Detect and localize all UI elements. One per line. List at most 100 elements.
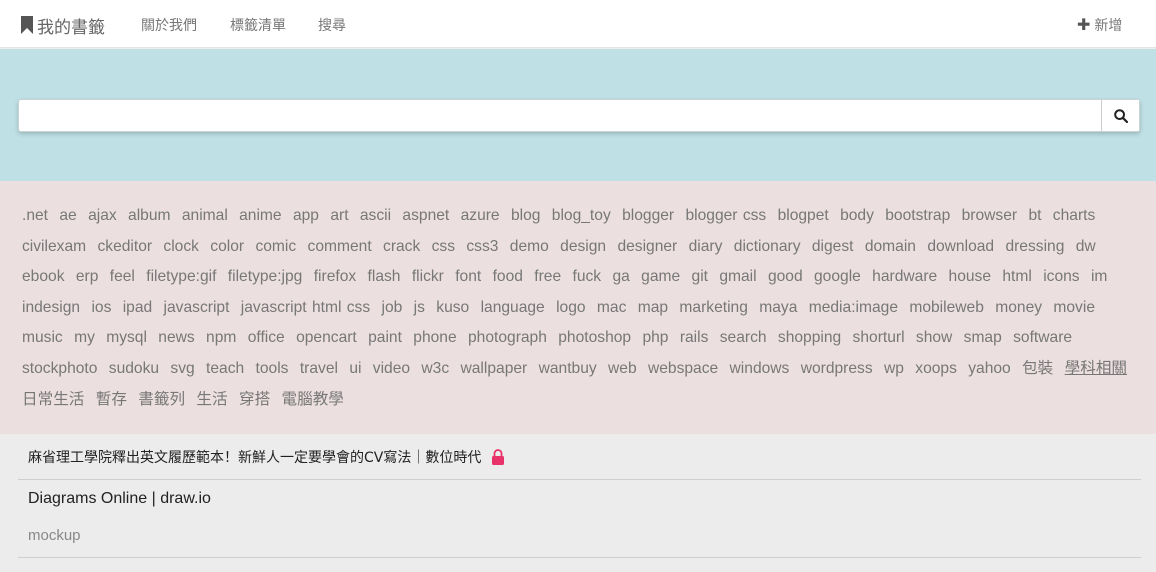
bookmark-item[interactable]: 麻省理工學院釋出英文履歷範本！新鮮人一定要學會的CV寫法｜數位時代 (18, 434, 1141, 480)
tag-link[interactable]: blogpet (778, 207, 829, 224)
tag-link[interactable]: color (210, 238, 244, 255)
nav-link-search[interactable]: 搜尋 (318, 15, 346, 35)
brand-link[interactable]: 我的書籤 (20, 12, 105, 38)
tag-link[interactable]: show (916, 329, 952, 346)
tag-link[interactable]: media:image (809, 299, 898, 316)
tag-link[interactable]: download (927, 238, 994, 255)
tag-link[interactable]: opencart (296, 329, 357, 346)
tag-link[interactable]: xoops (915, 360, 957, 377)
tag-link[interactable]: firefox (314, 268, 356, 285)
tag-link[interactable]: crack (383, 238, 420, 255)
nav-link-about[interactable]: 關於我們 (141, 15, 197, 35)
tag-link[interactable]: stockphoto (22, 360, 97, 377)
tag-link[interactable]: javascript html css (241, 299, 370, 316)
bookmark-title[interactable]: Diagrams Online | draw.io (28, 490, 211, 508)
tag-link[interactable]: rails (680, 329, 709, 346)
tag-link[interactable]: js (414, 299, 425, 316)
tag-link[interactable]: kuso (436, 299, 469, 316)
tag-link[interactable]: indesign (22, 299, 80, 316)
tag-link[interactable]: 包裝 (1022, 360, 1053, 377)
tag-link[interactable]: ebook (22, 268, 65, 285)
tag-link[interactable]: shopping (778, 329, 841, 346)
tag-link[interactable]: good (768, 268, 803, 285)
tag-link[interactable]: filetype:gif (146, 268, 216, 285)
tag-link[interactable]: comment (308, 238, 372, 255)
tag-link[interactable]: wantbuy (539, 360, 597, 377)
tag-link[interactable]: browser (962, 207, 1017, 224)
tag-link[interactable]: 日常生活 (22, 391, 84, 408)
tag-link[interactable]: mysql (106, 329, 147, 346)
tag-link[interactable]: money (995, 299, 1042, 316)
tag-link[interactable]: my (74, 329, 95, 346)
tag-link[interactable]: erp (76, 268, 99, 285)
tag-link[interactable]: phone (413, 329, 456, 346)
tag-link[interactable]: svg (170, 360, 194, 377)
tag-link[interactable]: web (608, 360, 637, 377)
tag-link[interactable]: mobileweb (909, 299, 984, 316)
tag-link[interactable]: map (638, 299, 668, 316)
tag-link[interactable]: app (293, 207, 319, 224)
tag-link[interactable]: dressing (1005, 238, 1064, 255)
tag-link[interactable]: windows (730, 360, 790, 377)
tag-link[interactable]: css3 (466, 238, 498, 255)
tag-link[interactable]: aspnet (402, 207, 449, 224)
tag-link[interactable]: gmail (719, 268, 756, 285)
tag-link[interactable]: design (560, 238, 606, 255)
bookmark-title[interactable]: 麻省理工學院釋出英文履歷範本！新鮮人一定要學會的CV寫法｜數位時代 (28, 447, 481, 467)
bookmark-tag[interactable]: mockup (28, 527, 81, 544)
tag-link[interactable]: mac (597, 299, 626, 316)
nav-link-tag-list[interactable]: 標籤清單 (230, 15, 286, 35)
tag-link[interactable]: movie (1053, 299, 1095, 316)
tag-link[interactable]: smap (964, 329, 1002, 346)
tag-link[interactable]: maya (759, 299, 797, 316)
tag-link[interactable]: bt (1028, 207, 1041, 224)
tag-link[interactable]: clock (163, 238, 199, 255)
tag-link[interactable]: demo (510, 238, 549, 255)
tag-link[interactable]: flickr (412, 268, 444, 285)
tag-link[interactable]: git (692, 268, 708, 285)
tag-link[interactable]: ajax (88, 207, 117, 224)
tag-link[interactable]: 學科相關 (1065, 360, 1127, 377)
tag-link[interactable]: 穿搭 (239, 391, 270, 408)
tag-link[interactable]: 暫存 (96, 391, 127, 408)
tag-link[interactable]: hardware (872, 268, 937, 285)
tag-link[interactable]: azure (461, 207, 500, 224)
tag-link[interactable]: flash (368, 268, 401, 285)
tag-link[interactable]: search (720, 329, 767, 346)
tag-link[interactable]: filetype:jpg (228, 268, 303, 285)
tag-link[interactable]: digest (812, 238, 854, 255)
tag-link[interactable]: house (949, 268, 992, 285)
tag-link[interactable]: im (1091, 268, 1107, 285)
tag-link[interactable]: animal (182, 207, 228, 224)
tag-link[interactable]: travel (300, 360, 338, 377)
search-input[interactable] (19, 100, 1101, 131)
tag-link[interactable]: job (382, 299, 403, 316)
tag-link[interactable]: feel (110, 268, 135, 285)
tag-link[interactable]: 生活 (196, 391, 227, 408)
tag-link[interactable]: diary (689, 238, 723, 255)
tag-link[interactable]: w3c (421, 360, 449, 377)
tag-link[interactable]: wallpaper (461, 360, 528, 377)
tag-link[interactable]: ipad (123, 299, 152, 316)
tag-link[interactable]: body (840, 207, 874, 224)
tag-link[interactable]: software (1013, 329, 1072, 346)
tag-link[interactable]: css (432, 238, 455, 255)
tag-link[interactable]: html (1002, 268, 1031, 285)
tag-link[interactable]: wp (884, 360, 904, 377)
tag-link[interactable]: blog (511, 207, 540, 224)
tag-link[interactable]: language (481, 299, 545, 316)
tag-link[interactable]: dw (1076, 238, 1096, 255)
tag-link[interactable]: wordpress (801, 360, 873, 377)
tag-link[interactable]: 書籤列 (138, 391, 185, 408)
tag-link[interactable]: album (128, 207, 170, 224)
tag-link[interactable]: art (330, 207, 348, 224)
tag-link[interactable]: fuck (573, 268, 602, 285)
tag-link[interactable]: blogger css (685, 207, 766, 224)
tag-link[interactable]: anime (239, 207, 281, 224)
tag-link[interactable]: marketing (679, 299, 747, 316)
tag-link[interactable]: ckeditor (97, 238, 152, 255)
tag-link[interactable]: news (158, 329, 194, 346)
tag-link[interactable]: npm (206, 329, 236, 346)
tag-link[interactable]: comic (255, 238, 296, 255)
tag-link[interactable]: ui (349, 360, 361, 377)
